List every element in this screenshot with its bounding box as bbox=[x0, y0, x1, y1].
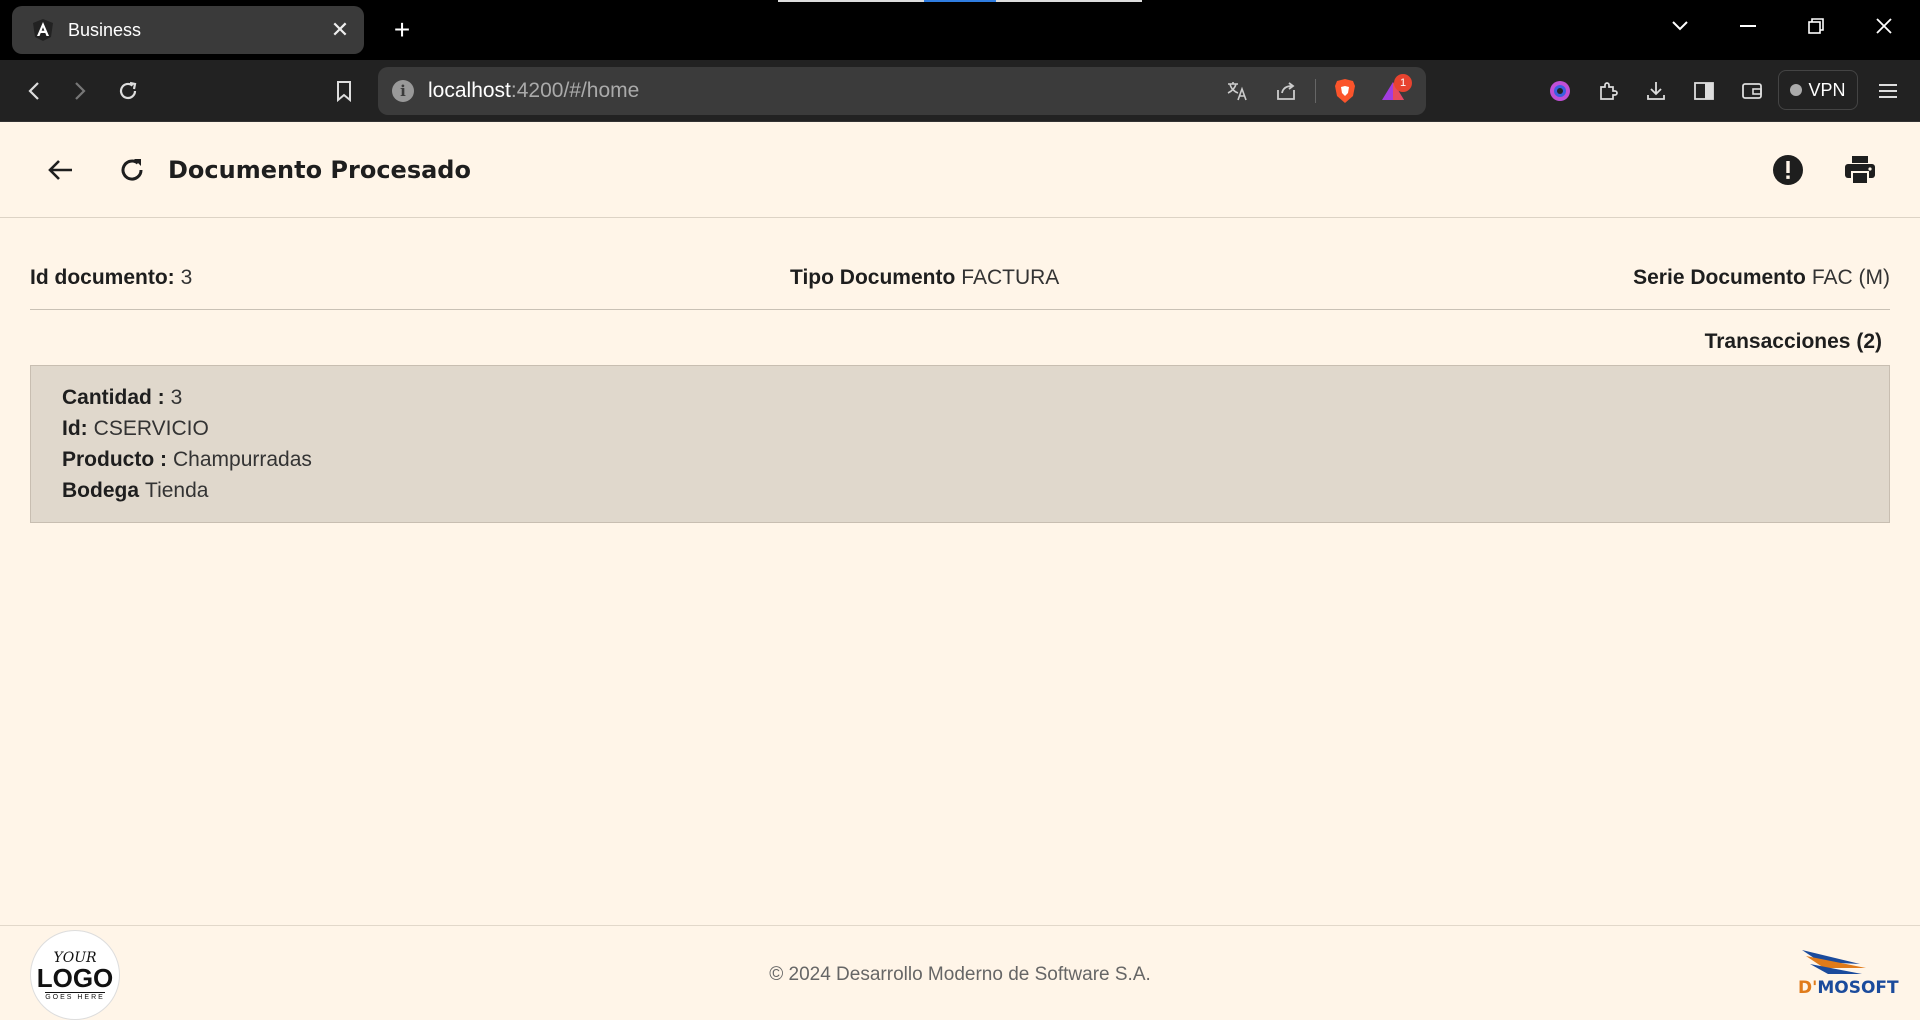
footer: YOUR LOGO GOES HERE © 2024 Desarrollo Mo… bbox=[0, 925, 1920, 1020]
new-tab-button[interactable]: + bbox=[384, 12, 420, 48]
tab-title: Business bbox=[68, 19, 142, 40]
forward-icon[interactable] bbox=[60, 71, 100, 111]
share-icon[interactable] bbox=[1267, 72, 1305, 110]
leo-ai-icon[interactable] bbox=[1540, 71, 1580, 111]
document-series: Serie Documento FAC (M) bbox=[1633, 266, 1890, 289]
print-icon[interactable] bbox=[1836, 146, 1884, 194]
reload-icon[interactable] bbox=[108, 71, 148, 111]
refresh-icon[interactable] bbox=[108, 146, 156, 194]
document-info: Id documento: 3 Tipo Documento FACTURA Ser… bbox=[30, 262, 1890, 310]
document-type: Tipo Documento FACTURA bbox=[790, 266, 1060, 289]
tab-search-chevron-icon[interactable] bbox=[1658, 8, 1702, 44]
downloads-icon[interactable] bbox=[1636, 71, 1676, 111]
brave-rewards-icon[interactable]: 1 bbox=[1374, 72, 1412, 110]
transactions-title: Transacciones (2) bbox=[1704, 330, 1882, 353]
copyright-text: © 2024 Desarrollo Moderno de Software S.… bbox=[769, 964, 1151, 985]
extensions-icon[interactable] bbox=[1588, 71, 1628, 111]
sidebar-icon[interactable] bbox=[1684, 71, 1724, 111]
vpn-status-icon bbox=[1790, 84, 1803, 96]
restore-icon[interactable] bbox=[1794, 8, 1838, 44]
transaction-id: Id: CSERVICIO bbox=[62, 417, 209, 440]
minimize-icon[interactable] bbox=[1726, 8, 1770, 44]
vpn-label: VPN bbox=[1808, 79, 1846, 100]
vpn-button[interactable]: VPN bbox=[1778, 70, 1858, 110]
dmosoft-logo: D'MOSOFT bbox=[1790, 946, 1899, 1006]
browser-toolbar: i localhost:4200/#/home 1 VPN bbox=[0, 60, 1920, 122]
translate-icon[interactable] bbox=[1219, 72, 1257, 110]
transaction-product: Producto : Champurradas bbox=[62, 448, 312, 471]
document-id: Id documento: 3 bbox=[30, 266, 193, 289]
transaction-card[interactable]: Cantidad :3 Id: CSERVICIO Producto : Champ… bbox=[30, 365, 1890, 523]
menu-icon[interactable] bbox=[1868, 71, 1908, 111]
bookmark-icon[interactable] bbox=[324, 71, 364, 111]
back-arrow-icon[interactable] bbox=[36, 146, 84, 194]
close-window-icon[interactable] bbox=[1862, 8, 1906, 44]
alert-icon[interactable] bbox=[1764, 146, 1812, 194]
transaction-warehouse: Bodega Tienda bbox=[62, 479, 209, 502]
tab-close-icon[interactable]: ✕ bbox=[322, 12, 358, 48]
browser-tab-bar: Business ✕ + bbox=[0, 0, 1920, 60]
address-bar[interactable]: i localhost:4200/#/home 1 bbox=[378, 67, 1426, 115]
transaction-quantity: Cantidad :3 bbox=[62, 386, 183, 409]
divider bbox=[1315, 79, 1316, 103]
site-info-icon[interactable]: i bbox=[392, 80, 414, 102]
browser-tab[interactable]: Business ✕ bbox=[12, 6, 364, 54]
brave-shield-icon[interactable] bbox=[1326, 72, 1364, 110]
app-header: Documento Procesado bbox=[0, 122, 1920, 218]
back-icon[interactable] bbox=[14, 71, 54, 111]
wallet-icon[interactable] bbox=[1732, 71, 1772, 111]
url-text[interactable]: localhost:4200/#/home bbox=[428, 79, 639, 103]
page-title: Documento Procesado bbox=[168, 156, 471, 184]
angular-icon bbox=[28, 15, 58, 45]
loading-bar bbox=[778, 0, 1142, 2]
notification-badge: 1 bbox=[1394, 74, 1412, 92]
